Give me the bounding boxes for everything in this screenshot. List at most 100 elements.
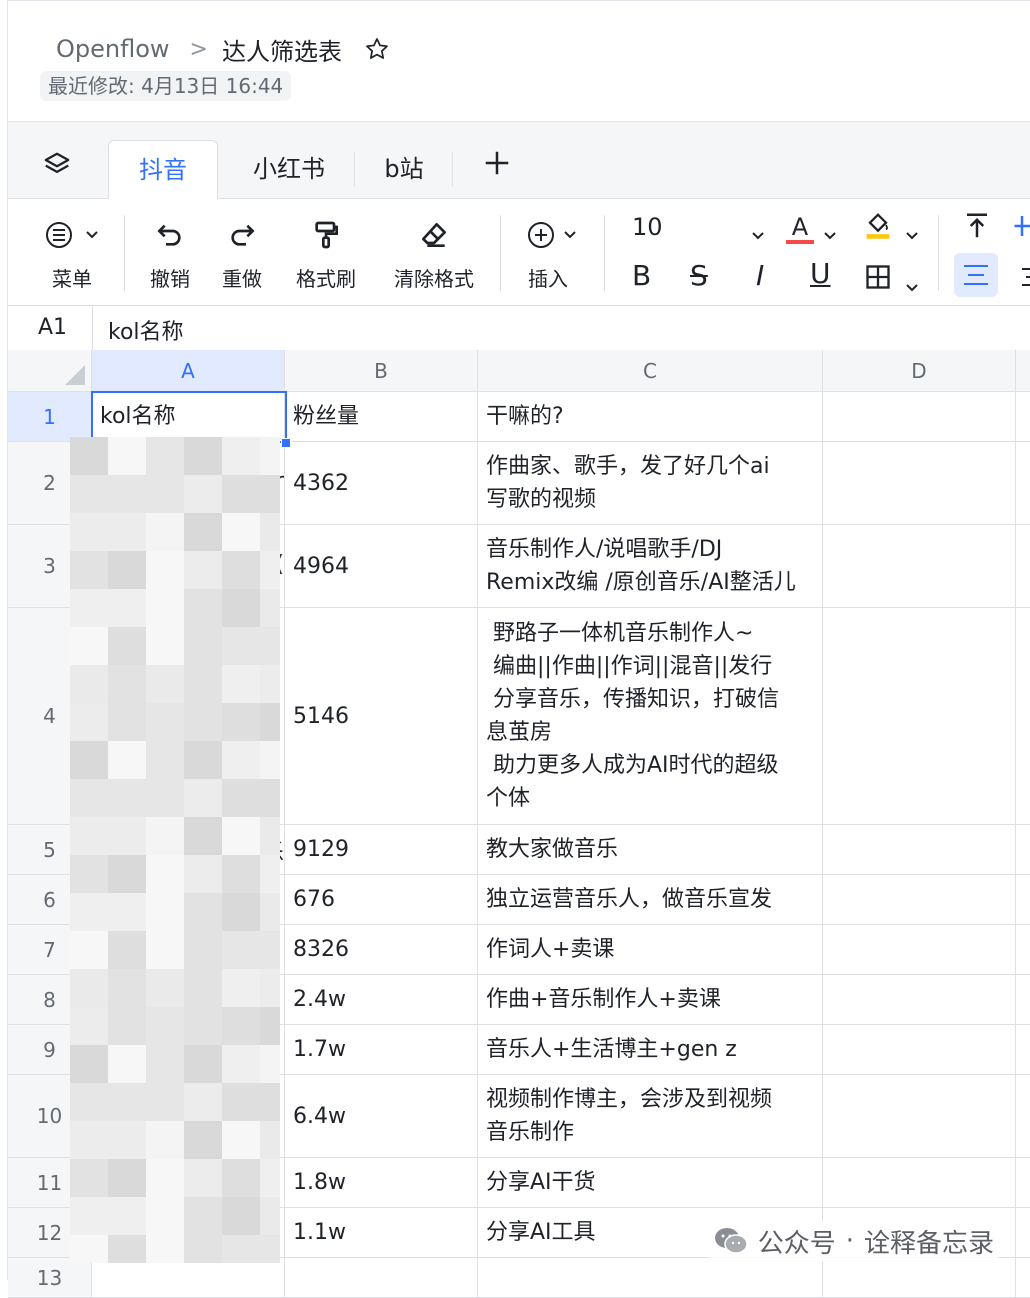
clear-format-button[interactable]: 清除格式 xyxy=(386,199,482,292)
cell-d[interactable] xyxy=(823,1025,1016,1074)
mosaic-block xyxy=(70,627,108,665)
cell-text: 1.1w xyxy=(293,1220,346,1245)
row-header[interactable]: 1 xyxy=(8,392,92,442)
fill-color-icon[interactable] xyxy=(864,209,892,248)
chevron-down-icon[interactable] xyxy=(904,217,920,250)
cell-d[interactable] xyxy=(823,1258,1016,1297)
cell-d[interactable] xyxy=(823,442,1016,524)
column-header-b[interactable]: B xyxy=(285,350,478,392)
star-icon[interactable] xyxy=(364,36,390,62)
cell-b[interactable]: 9129 xyxy=(285,825,478,874)
mosaic-block xyxy=(108,1083,146,1121)
chevron-down-icon[interactable] xyxy=(750,217,766,250)
cell-d[interactable] xyxy=(823,825,1016,874)
redo-button[interactable]: 重做 xyxy=(216,199,268,292)
cell-text: 1.7w xyxy=(293,1037,346,1062)
mosaic-block xyxy=(222,627,260,665)
italic-button[interactable]: I xyxy=(756,259,764,292)
cell-d[interactable] xyxy=(823,875,1016,924)
bold-button[interactable]: B xyxy=(632,259,651,292)
cell-b[interactable]: 1.1w xyxy=(285,1208,478,1257)
mosaic-block xyxy=(222,779,260,817)
cell-d[interactable] xyxy=(823,525,1016,607)
mosaic-block xyxy=(222,969,260,1007)
select-all-corner[interactable] xyxy=(8,350,92,392)
column-header-a[interactable]: A xyxy=(92,350,285,392)
tab-douyin[interactable]: 抖音 xyxy=(108,140,218,201)
underline-button[interactable]: U xyxy=(810,257,831,290)
doc-title[interactable]: 达人筛选表 xyxy=(222,32,342,67)
sheet-tab-bar: 抖音 小红书 b站 xyxy=(8,122,1030,201)
mosaic-block xyxy=(260,551,280,589)
mosaic-block xyxy=(70,1197,108,1235)
cell-reference[interactable]: A1 xyxy=(38,315,67,340)
cell-b[interactable]: 5146 xyxy=(285,608,478,824)
mosaic-block xyxy=(222,475,260,513)
cell-b[interactable]: 6.4w xyxy=(285,1075,478,1157)
cell-b[interactable] xyxy=(285,1258,478,1297)
cell-d[interactable] xyxy=(823,1158,1016,1207)
cell-b[interactable]: 粉丝量 xyxy=(285,392,478,441)
cell-c[interactable]: 音乐制作人/说唱歌手/DJ Remix改编 /原创音乐/AI整活儿 xyxy=(478,525,823,607)
cell-d[interactable] xyxy=(823,925,1016,974)
row-header[interactable]: 13 xyxy=(8,1258,92,1298)
formula-input[interactable]: kol名称 xyxy=(108,314,184,346)
cell-d[interactable] xyxy=(823,1075,1016,1157)
cell-b[interactable]: 1.8w xyxy=(285,1158,478,1207)
strikethrough-button[interactable]: S xyxy=(690,259,708,292)
tab-xiaohongshu[interactable]: 小红书 xyxy=(224,140,354,198)
column-header-e[interactable] xyxy=(1016,350,1030,392)
layers-icon[interactable] xyxy=(42,150,72,184)
mosaic-block xyxy=(146,513,184,551)
cell-c[interactable]: 分享AI干货 xyxy=(478,1158,823,1207)
cell-c[interactable]: 音乐人+生活博主+gen z xyxy=(478,1025,823,1074)
cell-c[interactable]: 视频制作博主，会涉及到视频 音乐制作 xyxy=(478,1075,823,1157)
mosaic-block xyxy=(260,741,280,779)
format-painter-button[interactable]: 格式刷 xyxy=(290,199,362,292)
insert-button[interactable]: 插入 xyxy=(518,199,578,292)
cell-c[interactable] xyxy=(478,1258,823,1297)
cell-c[interactable]: 干嘛的? xyxy=(478,392,823,441)
text-color-letter: A xyxy=(791,213,809,241)
cell-b[interactable]: 676 xyxy=(285,875,478,924)
cell-b[interactable]: 4362 xyxy=(285,442,478,524)
align-middle-icon[interactable] xyxy=(1012,211,1030,248)
align-left-icon[interactable] xyxy=(954,253,998,297)
mosaic-block xyxy=(70,817,108,855)
cell-c[interactable]: 教大家做音乐 xyxy=(478,825,823,874)
mosaic-block xyxy=(108,665,146,703)
cell-d[interactable] xyxy=(823,975,1016,1024)
cell-text: 音乐人+生活博主+gen z xyxy=(486,1037,737,1062)
mosaic-block xyxy=(184,741,222,779)
border-icon[interactable] xyxy=(864,263,892,298)
chevron-down-icon[interactable] xyxy=(904,269,920,302)
cell-b[interactable]: 2.4w xyxy=(285,975,478,1024)
spreadsheet-app: Openflow > 达人筛选表 最近修改: 4月13日 16:44 抖音 小红… xyxy=(7,0,1030,1298)
tab-bilibili[interactable]: b站 xyxy=(358,140,450,198)
cell-b[interactable]: 8326 xyxy=(285,925,478,974)
cell-b[interactable]: 4964 xyxy=(285,525,478,607)
cell-d[interactable] xyxy=(823,392,1016,441)
menu-button[interactable]: 菜单 xyxy=(42,199,102,292)
chevron-down-icon[interactable] xyxy=(822,217,838,250)
mosaic-block xyxy=(260,1121,280,1159)
cell-d[interactable] xyxy=(823,608,1016,824)
cell-c[interactable]: 独立运营音乐人，做音乐宣发 xyxy=(478,875,823,924)
breadcrumb-workspace[interactable]: Openflow xyxy=(56,35,170,63)
font-size-select[interactable]: 10 xyxy=(632,213,663,241)
cell-b[interactable]: 1.7w xyxy=(285,1025,478,1074)
add-sheet-icon[interactable] xyxy=(482,148,512,178)
mosaic-block xyxy=(70,779,108,817)
text-color-button[interactable]: A xyxy=(786,209,814,244)
undo-button[interactable]: 撤销 xyxy=(144,199,196,292)
cell-c[interactable]: 野路子一体机音乐制作人~ 编曲||作曲||作词||混音||发行 分享音乐，传播知… xyxy=(478,608,823,824)
align-top-icon[interactable] xyxy=(962,211,992,248)
column-header-c[interactable]: C xyxy=(478,350,823,392)
cell-c[interactable]: 作词人+卖课 xyxy=(478,925,823,974)
cell-c[interactable]: 作曲+音乐制作人+卖课 xyxy=(478,975,823,1024)
cell-a[interactable] xyxy=(92,1258,285,1297)
column-header-d[interactable]: D xyxy=(823,350,1016,392)
cell-c[interactable]: 作曲家、歌手，发了好几个ai 写歌的视频 xyxy=(478,442,823,524)
fill-handle[interactable] xyxy=(281,438,291,448)
align-center-icon[interactable] xyxy=(1018,263,1030,298)
